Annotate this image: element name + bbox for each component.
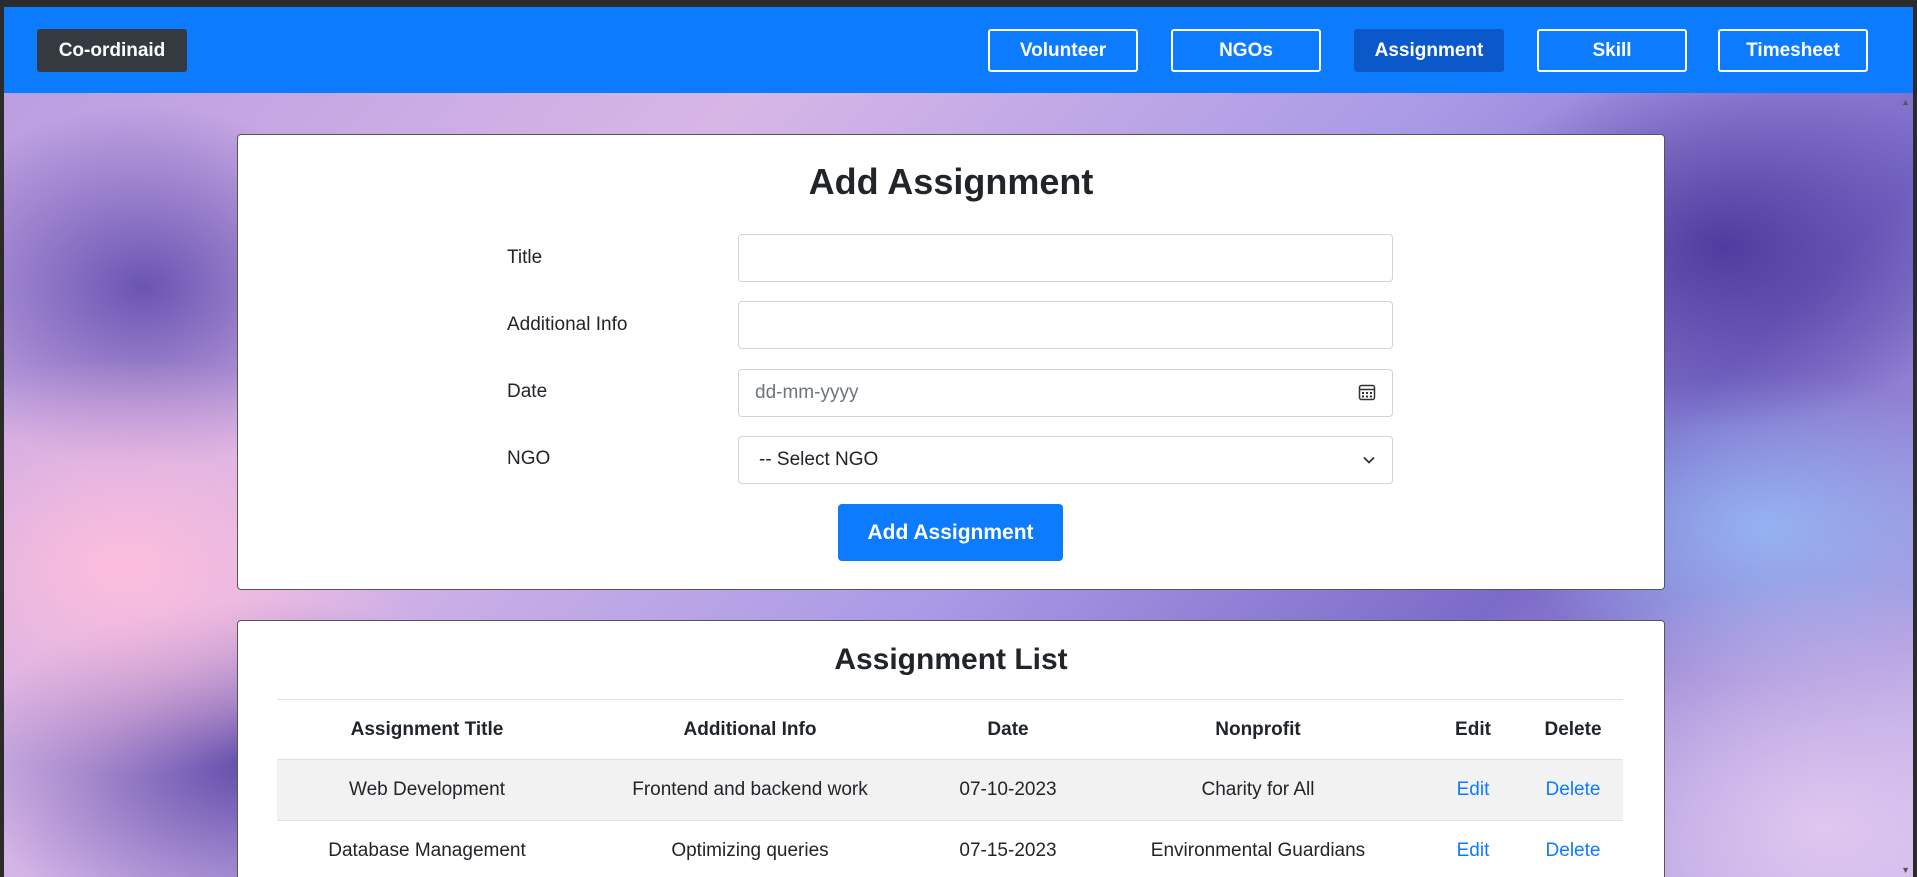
nav-skill[interactable]: Skill (1537, 29, 1687, 72)
title-input[interactable] (738, 234, 1393, 282)
cell-info: Optimizing queries (577, 820, 923, 877)
nav-timesheet[interactable]: Timesheet (1718, 29, 1868, 72)
scroll-down-icon[interactable]: ▼ (1901, 865, 1910, 875)
cell-ngo: Charity for All (1093, 759, 1423, 821)
edit-link[interactable]: Edit (1457, 779, 1490, 800)
col-edit: Edit (1423, 699, 1523, 760)
brand-logo[interactable]: Co-ordinaid (37, 29, 187, 72)
nav-volunteer[interactable]: Volunteer (988, 29, 1138, 72)
ngo-label: NGO (507, 448, 551, 469)
cell-info: Frontend and backend work (577, 759, 923, 821)
cell-date: 07-15-2023 (923, 820, 1093, 877)
additional-info-label: Additional Info (507, 314, 628, 335)
assignment-list-card: Assignment List Assignment Title Additio… (237, 620, 1665, 877)
table-row: Database Management Optimizing queries 0… (277, 820, 1623, 877)
nav-assignment[interactable]: Assignment (1354, 29, 1504, 72)
cell-date: 07-10-2023 (923, 759, 1093, 821)
date-placeholder: dd-mm-yyyy (755, 382, 859, 403)
scroll-up-icon[interactable]: ▲ (1901, 97, 1910, 107)
col-delete: Delete (1523, 699, 1623, 760)
col-additional-info: Additional Info (577, 699, 923, 760)
add-assignment-card: Add Assignment Title Additional Info Dat… (237, 134, 1665, 590)
delete-link[interactable]: Delete (1546, 779, 1601, 800)
col-assignment-title: Assignment Title (277, 699, 577, 760)
additional-info-input[interactable] (738, 301, 1393, 349)
nav-ngos[interactable]: NGOs (1171, 29, 1321, 72)
add-assignment-button[interactable]: Add Assignment (838, 504, 1063, 561)
assignment-table: Assignment Title Additional Info Date No… (277, 699, 1623, 877)
date-input[interactable]: dd-mm-yyyy (738, 369, 1393, 417)
col-nonprofit: Nonprofit (1093, 699, 1423, 760)
title-label: Title (507, 247, 543, 268)
ngo-select[interactable]: -- Select NGO (738, 436, 1393, 484)
navbar: Co-ordinaid Volunteer NGOs Assignment Sk… (4, 7, 1913, 93)
chevron-down-icon (1362, 451, 1376, 472)
table-header-row: Assignment Title Additional Info Date No… (277, 699, 1623, 760)
form-title: Add Assignment (808, 161, 1094, 202)
date-label: Date (507, 381, 548, 402)
list-title: Assignment List (834, 643, 1068, 676)
cell-title: Web Development (277, 759, 577, 821)
calendar-icon[interactable] (1358, 383, 1376, 406)
vertical-scrollbar[interactable] (1898, 93, 1913, 877)
ngo-selected-value: -- Select NGO (759, 449, 879, 470)
delete-link[interactable]: Delete (1546, 840, 1601, 861)
cell-title: Database Management (277, 820, 577, 877)
col-date: Date (923, 699, 1093, 760)
edit-link[interactable]: Edit (1457, 840, 1490, 861)
app-window: Co-ordinaid Volunteer NGOs Assignment Sk… (4, 7, 1913, 877)
table-row: Web Development Frontend and backend wor… (277, 759, 1623, 821)
cell-ngo: Environmental Guardians (1093, 820, 1423, 877)
